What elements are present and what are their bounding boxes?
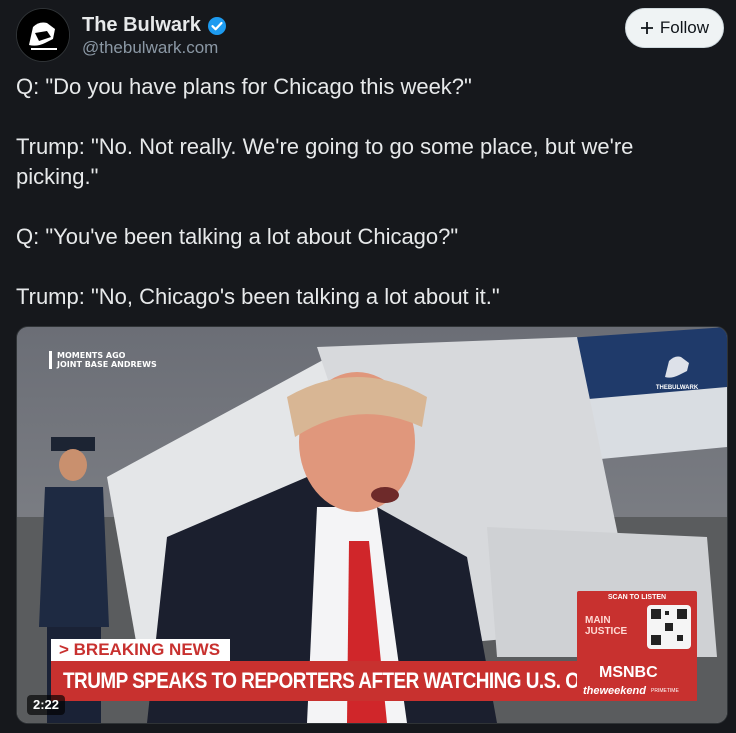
scan-label: SCAN TO LISTEN xyxy=(607,594,667,601)
watermark-text: THEBULWARK xyxy=(655,385,699,391)
moments-line-1: MOMENTS AGO xyxy=(57,351,126,360)
show-subtitle: PRIMETIME xyxy=(651,688,679,694)
show-name: theweekend xyxy=(583,685,646,697)
post-paragraph: Q: "Do you have plans for Chicago this w… xyxy=(16,74,472,99)
bulwark-logo-icon xyxy=(17,9,69,61)
podcast-title-line-1: MAIN xyxy=(585,615,611,626)
podcast-promo: SCAN TO LISTEN MAIN JUSTICE xyxy=(577,591,697,669)
qr-code-icon xyxy=(647,605,691,649)
verified-check-icon xyxy=(207,16,226,35)
headline-text: TRUMP SPEAKS TO REPORTERS AFTER WATCHING… xyxy=(63,668,583,693)
plus-icon xyxy=(640,22,653,34)
follow-label: Follow xyxy=(659,18,709,37)
podcast-title: MAIN JUSTICE xyxy=(585,615,627,637)
watermark: THEBULWARK xyxy=(649,353,705,391)
moments-ago-label: MOMENTS AGO JOINT BASE ANDREWS xyxy=(49,351,157,369)
breaking-news-tag: > BREAKING NEWS xyxy=(51,639,231,661)
post-paragraph: Q: "You've been talking a lot about Chic… xyxy=(16,224,459,249)
post-paragraph: Trump: "No. Not really. We're going to g… xyxy=(16,134,634,189)
account-avatar[interactable] xyxy=(16,8,70,62)
post-header: The Bulwark @thebulwark.com Follow xyxy=(16,8,724,64)
moments-line-2: JOINT BASE ANDREWS xyxy=(57,360,157,369)
name-row: The Bulwark xyxy=(82,14,227,37)
bulwark-logo-icon xyxy=(665,356,689,378)
news-headline: TRUMP SPEAKS TO REPORTERS AFTER WATCHING… xyxy=(51,661,583,701)
video-player[interactable]: MOMENTS AGO JOINT BASE ANDREWS THEBULWAR… xyxy=(16,326,728,724)
post-text: Q: "Do you have plans for Chicago this w… xyxy=(16,72,716,312)
follow-button[interactable]: Follow xyxy=(624,8,724,48)
podcast-title-line-2: JUSTICE xyxy=(585,626,628,637)
post-paragraph: Trump: "No, Chicago's been talking a lot… xyxy=(16,284,500,309)
display-name[interactable]: The Bulwark xyxy=(82,14,201,37)
network-logo: MSNBC theweekend PRIMETIME xyxy=(577,661,697,701)
network-name: MSNBC xyxy=(599,664,658,681)
video-duration: 2:22 xyxy=(27,695,66,715)
account-handle[interactable]: @thebulwark.com xyxy=(82,38,218,58)
